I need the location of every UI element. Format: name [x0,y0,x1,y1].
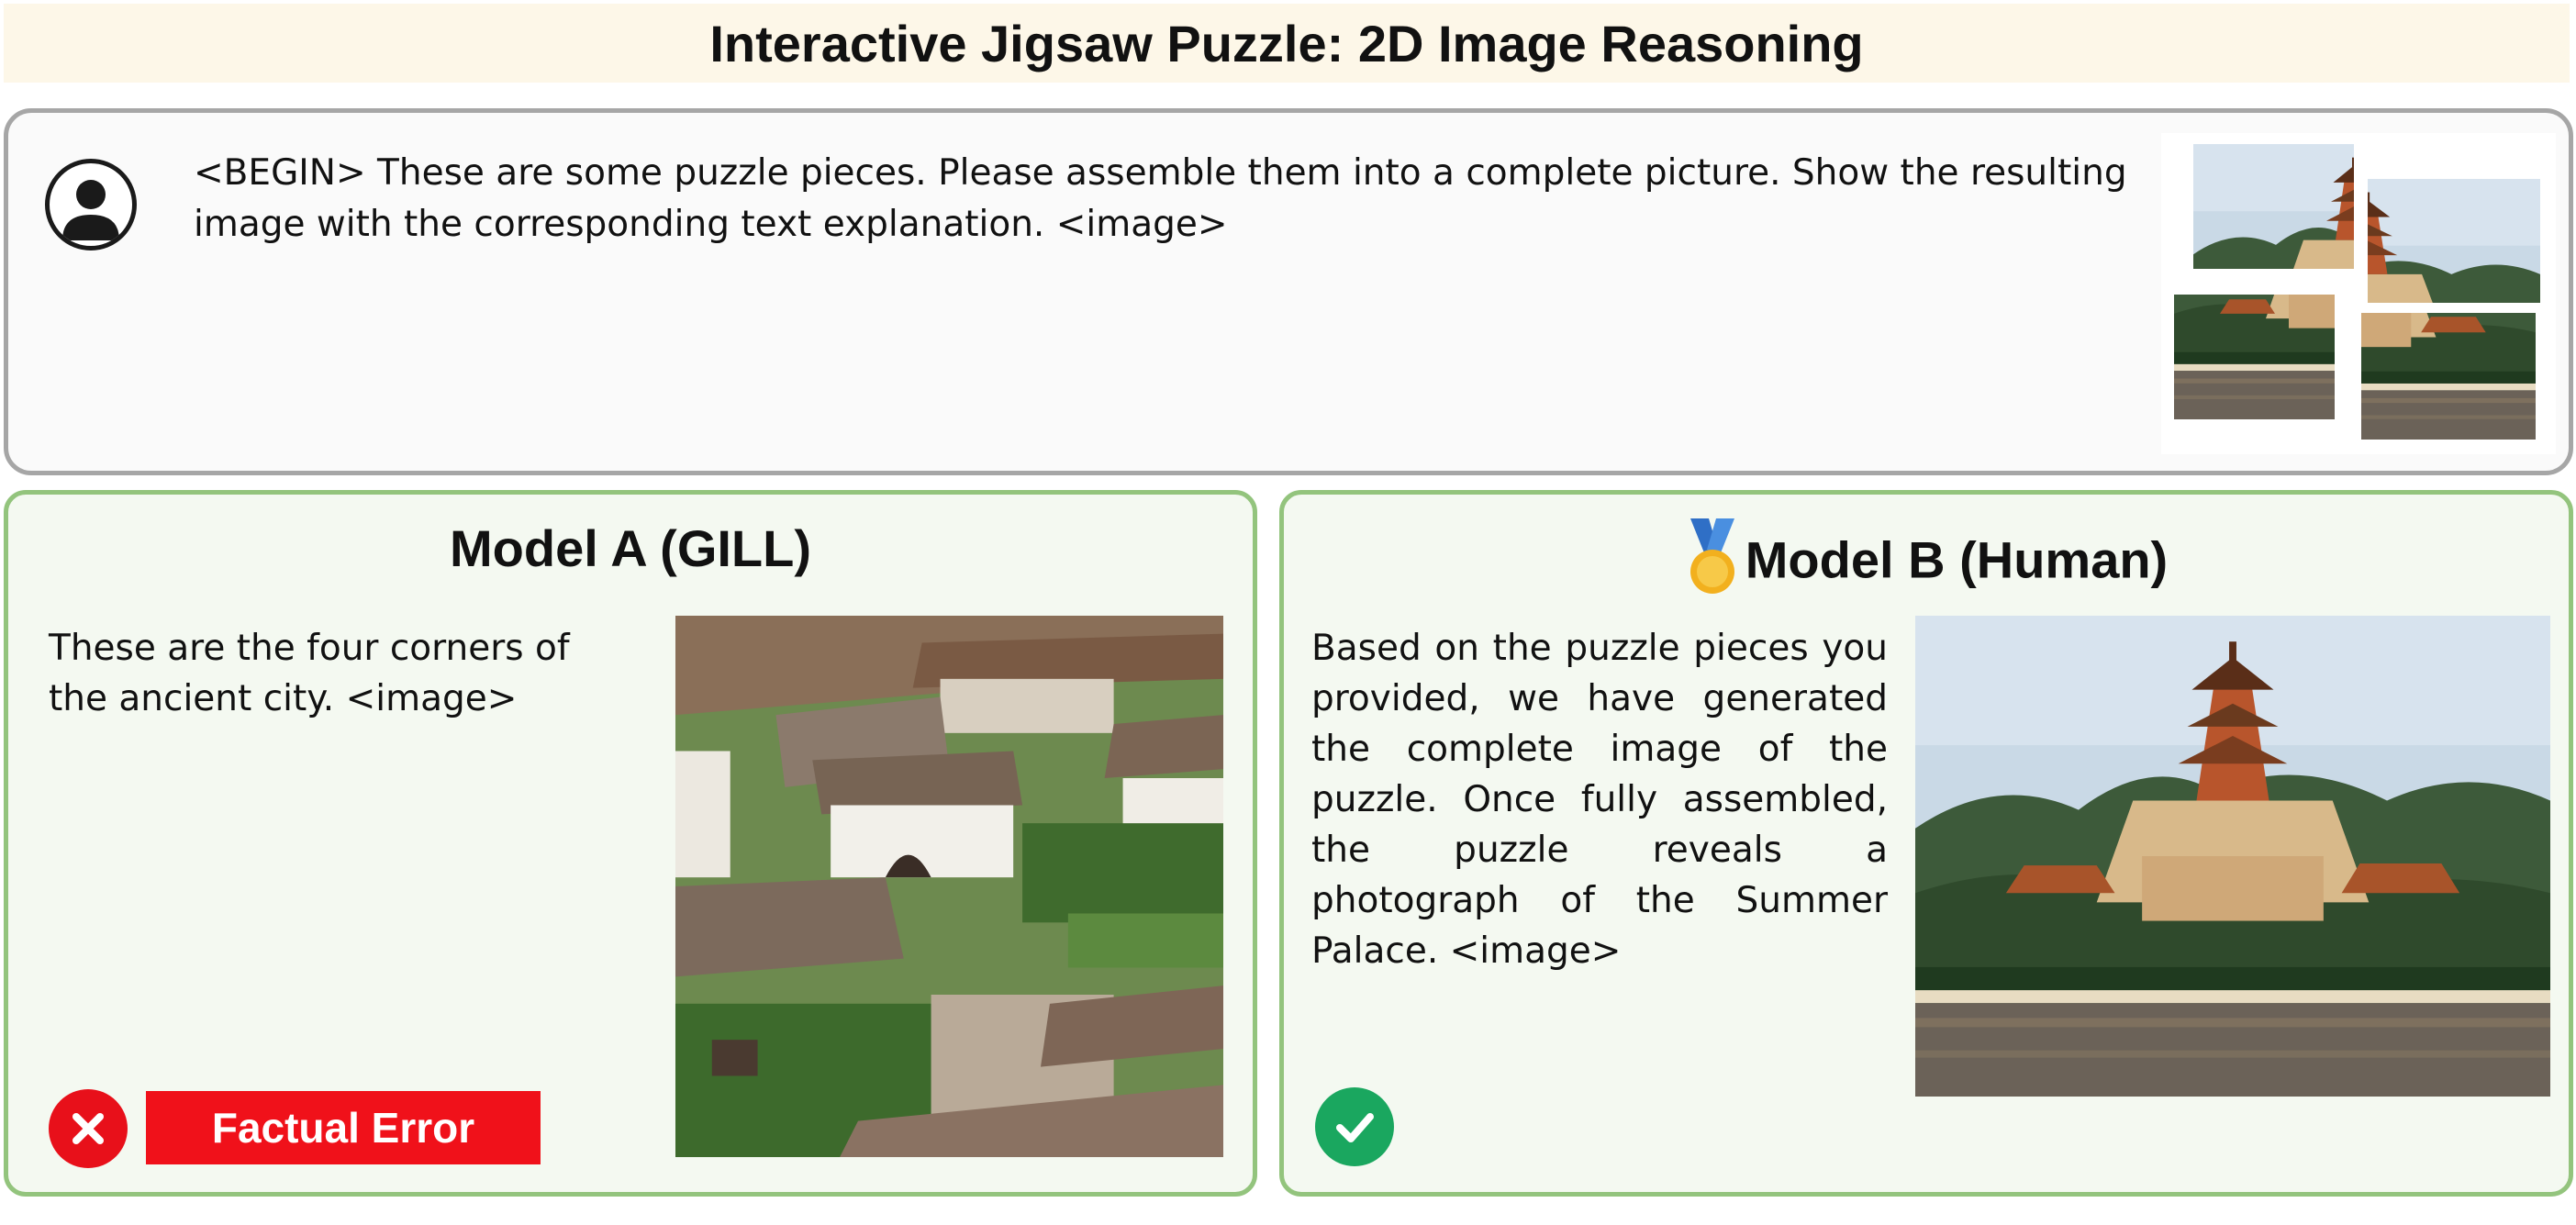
puzzle-piece [2174,295,2335,419]
check-icon [1315,1087,1394,1166]
model-a-title: Model A (GILL) [450,519,811,577]
puzzle-piece [2193,144,2354,269]
user-prompt-box: <BEGIN> These are some puzzle pieces. Pl… [4,108,2573,475]
page-title: Interactive Jigsaw Puzzle: 2D Image Reas… [709,14,1864,72]
model-b-image [1915,616,2550,1097]
puzzle-piece [2368,179,2540,303]
model-b-title-row: Model B (Human) [1284,518,2569,609]
model-a-image [675,616,1223,1157]
title-bar: Interactive Jigsaw Puzzle: 2D Image Reas… [4,4,2570,83]
puzzle-pieces [2161,133,2556,454]
model-b-panel: Model B (Human) Based on the puzzle piec… [1279,490,2573,1197]
puzzle-piece [2361,313,2536,440]
model-a-panel: Model A (GILL) These are the four corner… [4,490,1257,1197]
model-b-title: Model B (Human) [1745,530,2169,589]
model-a-response: These are the four corners of the ancien… [49,628,570,719]
model-b-response: Based on the puzzle pieces you provided,… [1311,628,1888,972]
user-avatar-icon [45,159,137,251]
factual-error-badge: Factual Error [146,1091,541,1164]
prompt-text: <BEGIN> These are some puzzle pieces. Pl… [194,152,2127,245]
medal-icon [1685,518,1740,609]
x-icon [49,1089,128,1168]
